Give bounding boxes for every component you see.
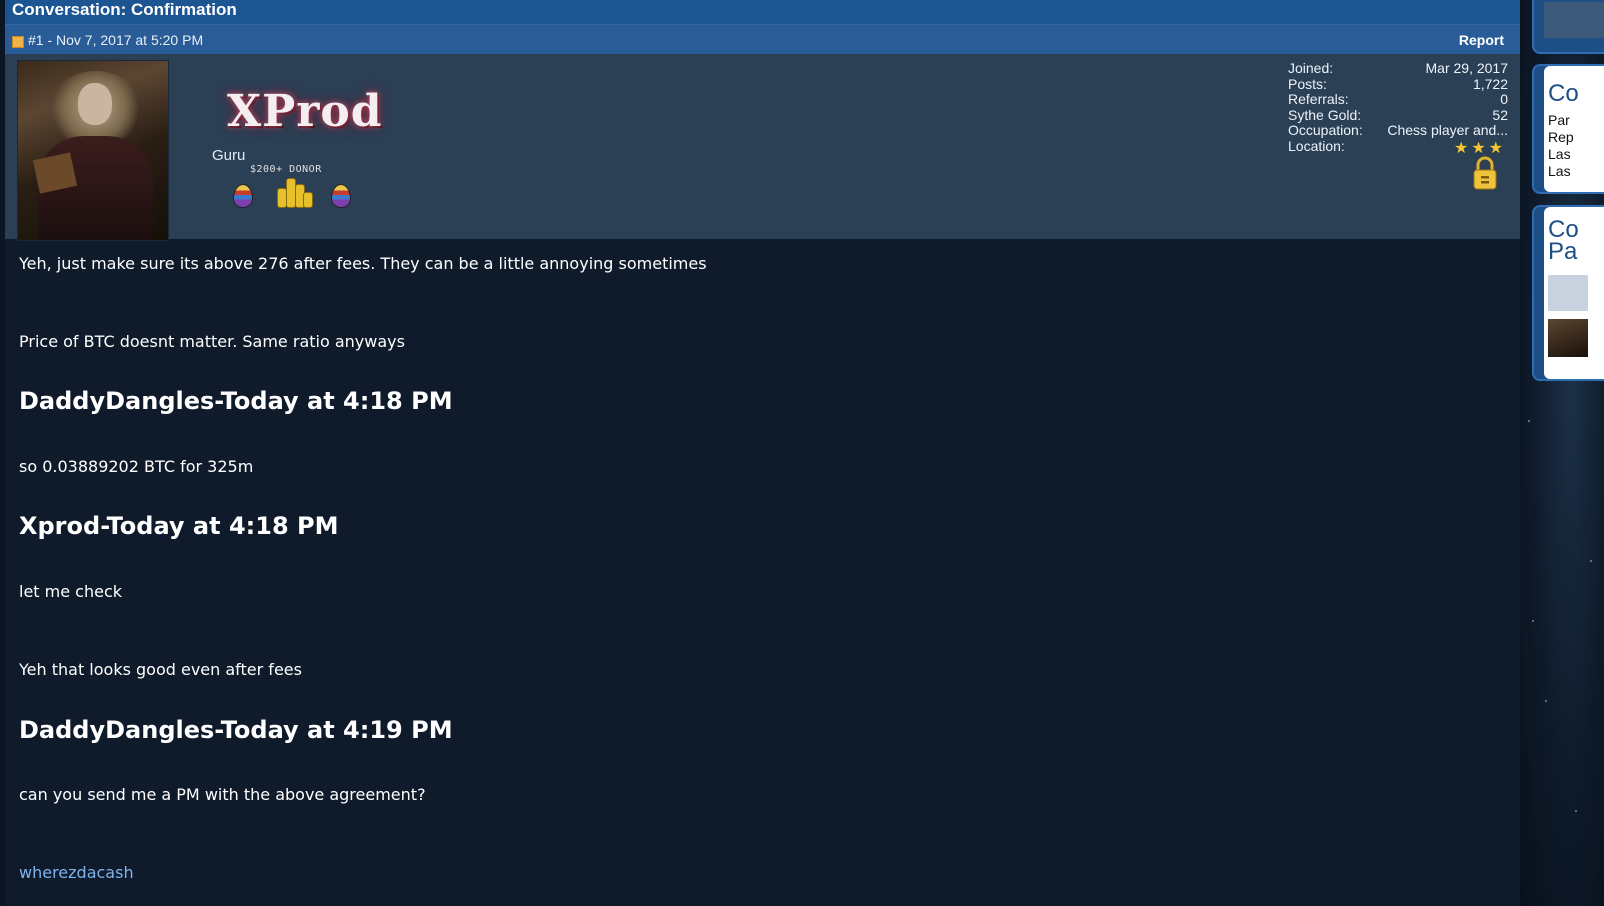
sidebar-box-conversation-info: Co Par Rep Las Las [1532, 64, 1604, 194]
quote-author-heading: Xprod-Today at 4:18 PM [19, 512, 339, 540]
user-info-panel: XProd Guru $200+ DONOR Joined: Mar 29, 20… [5, 54, 1520, 241]
rating-stars: ★★★ [1453, 138, 1506, 157]
stat-posts: Posts: 1,722 [1288, 75, 1508, 92]
post-new-icon [12, 36, 24, 48]
message-text: Price of BTC doesnt matter. Same ratio a… [19, 332, 405, 351]
lock-icon [1473, 156, 1497, 190]
sidebar-box-top [1532, 0, 1604, 54]
easter-egg-icon [233, 184, 253, 208]
message-text: let me check [19, 582, 123, 601]
post-number-date: #1 - Nov 7, 2017 at 5:20 PM [28, 32, 204, 48]
message-text: so 0.03889202 BTC for 325m [19, 457, 254, 476]
stat-occupation: Occupation: Chess player and... [1288, 122, 1508, 138]
conversation-title: Conversation: Confirmation [5, 0, 1520, 25]
sidebar-box-participants: Co Pa [1532, 205, 1604, 381]
report-link[interactable]: Report [1459, 32, 1504, 48]
easter-egg-icon [331, 184, 351, 208]
quote-author-heading: DaddyDangles-Today at 4:19 PM [19, 716, 453, 744]
participant-slot [1548, 275, 1588, 311]
gold-coins-icon [275, 176, 313, 208]
donor-badge: $200+ DONOR [250, 164, 322, 175]
user-title: Guru [212, 147, 246, 164]
stat-referrals: Referrals: 0 [1288, 91, 1508, 107]
message-text: Yeh, just make sure its above 276 after … [19, 254, 707, 273]
stat-sythe-gold: Sythe Gold: 52 [1288, 106, 1508, 123]
participant-avatar[interactable] [1548, 319, 1588, 357]
signature-link[interactable]: wherezdacash [19, 863, 134, 882]
username-logo[interactable]: XProd [227, 86, 383, 137]
stat-joined: Joined: Mar 29, 2017 [1288, 60, 1508, 76]
message-text: Yeh that looks good even after fees [19, 660, 302, 679]
post-meta-bar: #1 - Nov 7, 2017 at 5:20 PM Report [5, 25, 1520, 54]
conversation-panel: Conversation: Confirmation #1 - Nov 7, 2… [5, 0, 1520, 906]
message-text: can you send me a PM with the above agre… [19, 785, 426, 804]
user-avatar[interactable] [17, 60, 169, 241]
quote-author-heading: DaddyDangles-Today at 4:18 PM [19, 387, 453, 415]
